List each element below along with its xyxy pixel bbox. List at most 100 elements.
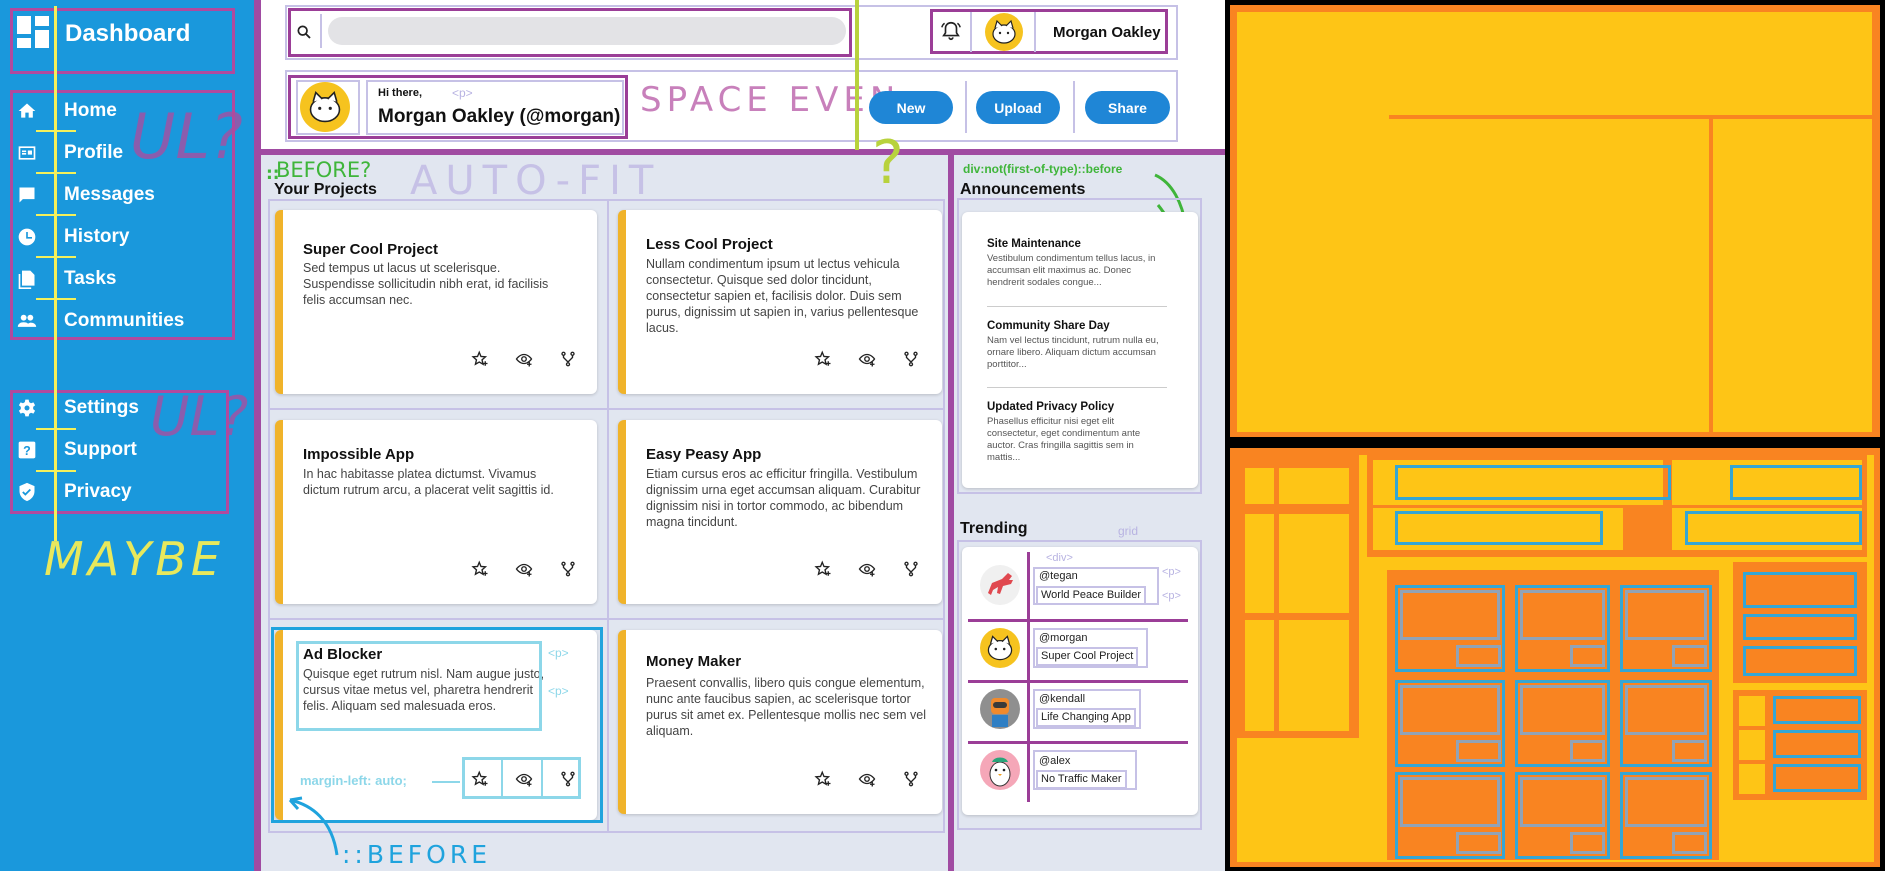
sketch-annotation-p: <p>: [1162, 566, 1181, 578]
sidebar-item-label: Home: [64, 100, 117, 121]
announcement-text: Vestibulum condimentum tellus lacus, in …: [987, 253, 1156, 288]
block-cell: [1279, 620, 1349, 731]
cat-avatar[interactable]: [980, 628, 1020, 668]
block-outline: [1773, 764, 1861, 792]
sidebar-item-communities[interactable]: Communities: [14, 301, 184, 341]
block-cell: [1739, 696, 1765, 726]
trending-handle[interactable]: @morgan: [1036, 631, 1091, 646]
announcement-item[interactable]: Community Share Day Nam vel lectus tinci…: [987, 320, 1167, 371]
block-outline: [1672, 832, 1707, 854]
star-add-icon[interactable]: [808, 764, 838, 794]
announcement-item[interactable]: Updated Privacy Policy Phasellus efficit…: [987, 401, 1167, 464]
sidebar-item-privacy[interactable]: Privacy: [14, 472, 132, 512]
sketch-tick: [36, 214, 76, 216]
trending-project[interactable]: Super Cool Project: [1036, 647, 1139, 666]
sidebar-item-profile[interactable]: Profile: [14, 133, 123, 173]
hero-display-name: Morgan Oakley (@morgan): [378, 106, 621, 127]
project-description: Sed tempus ut lacus ut scelerisque. Susp…: [303, 261, 549, 307]
block-cell: [1739, 764, 1765, 794]
watch-add-icon[interactable]: [852, 764, 882, 794]
sidebar-item-label: Privacy: [64, 481, 132, 502]
grid-line: [968, 680, 1188, 683]
block-outline: [1395, 511, 1603, 545]
block-cell: [1245, 514, 1274, 613]
dog-avatar[interactable]: [980, 565, 1020, 605]
block-outline: [1773, 730, 1861, 758]
project-description: Etiam cursus eros ac efficitur fringilla…: [646, 467, 921, 529]
search-input[interactable]: [328, 17, 846, 45]
trending-heading: Trending: [960, 520, 1028, 537]
sidebar-item-tasks[interactable]: Tasks: [14, 259, 116, 299]
robot-avatar[interactable]: [980, 689, 1020, 729]
fork-icon[interactable]: [896, 344, 926, 374]
avatar[interactable]: [985, 13, 1023, 51]
watch-add-icon[interactable]: [852, 554, 882, 584]
project-card[interactable]: Money Maker Praesent convallis, libero q…: [618, 630, 942, 814]
star-add-icon[interactable]: [808, 344, 838, 374]
watch-add-icon[interactable]: [852, 344, 882, 374]
new-button[interactable]: New: [869, 91, 953, 124]
sketch-tick: [36, 172, 76, 174]
trending-project[interactable]: World Peace Builder: [1036, 586, 1147, 605]
penguin-avatar[interactable]: [980, 750, 1020, 790]
sidebar-title[interactable]: Dashboard: [65, 20, 190, 48]
id-card-icon: [14, 140, 40, 166]
project-card[interactable]: Less Cool Project Nullam condimentum ips…: [618, 210, 942, 394]
gear-icon: [14, 395, 40, 421]
people-icon: [14, 308, 40, 334]
trending-handle[interactable]: @alex: [1036, 754, 1074, 769]
sidebar-item-settings[interactable]: Settings: [14, 388, 139, 428]
fork-icon[interactable]: [896, 764, 926, 794]
announcement-title: Site Maintenance: [987, 238, 1081, 250]
sketch-annotation-p: <p>: [1162, 590, 1181, 602]
project-card[interactable]: Impossible App In hac habitasse platea d…: [275, 420, 597, 604]
block-outline: [1730, 465, 1862, 500]
star-add-icon[interactable]: [465, 344, 495, 374]
layout-divider: [254, 0, 261, 871]
sidebar-item-support[interactable]: ? Support: [14, 430, 137, 470]
block-outline: [1456, 645, 1501, 667]
trending-handle[interactable]: @tegan: [1036, 569, 1081, 584]
announcements-panel: Site Maintenance Vestibulum condimentum …: [962, 212, 1198, 488]
watch-add-icon[interactable]: [509, 344, 539, 374]
trending-project[interactable]: No Traffic Maker: [1036, 770, 1127, 789]
trending-project[interactable]: Life Changing App: [1036, 708, 1136, 727]
hero-avatar[interactable]: [300, 82, 350, 132]
search-divider: [320, 14, 322, 48]
fork-icon[interactable]: [553, 344, 583, 374]
search-icon[interactable]: [296, 24, 312, 40]
sketch-tick: [36, 130, 76, 132]
project-card[interactable]: Super Cool Project Sed tempus ut lacus u…: [275, 210, 597, 394]
share-button[interactable]: Share: [1085, 91, 1170, 124]
upload-button[interactable]: Upload: [976, 91, 1060, 124]
watch-add-icon[interactable]: [509, 554, 539, 584]
star-add-icon[interactable]: [808, 554, 838, 584]
project-card[interactable]: Easy Peasy App Etiam cursus eros ac effi…: [618, 420, 942, 604]
sketch-tick: [36, 470, 76, 472]
trending-handle[interactable]: @kendall: [1036, 692, 1089, 707]
grid-line: [268, 408, 945, 410]
sidebar-item-history[interactable]: History: [14, 217, 129, 257]
actions-divider: [541, 760, 543, 796]
project-description: In hac habitasse platea dictumst. Vivamu…: [303, 467, 554, 497]
layout-block-diagrams: [1225, 0, 1885, 871]
sidebar-item-messages[interactable]: Messages: [14, 175, 155, 215]
block-outline: [1520, 590, 1605, 640]
layout-divider: [948, 149, 954, 871]
chip-divider: [1034, 12, 1036, 52]
bell-icon[interactable]: [940, 20, 962, 42]
star-add-icon[interactable]: [465, 554, 495, 584]
block-cell: [1388, 12, 1872, 115]
project-title: Money Maker: [646, 653, 742, 670]
sketch-annotation-ul: UL?: [130, 100, 243, 173]
fork-icon[interactable]: [553, 554, 583, 584]
block-cell: [1739, 730, 1765, 760]
header-user-name[interactable]: Morgan Oakley: [1053, 24, 1161, 41]
block-outline: [1395, 465, 1671, 500]
fork-icon[interactable]: [896, 554, 926, 584]
block-outline: [1743, 572, 1857, 608]
sidebar-item-home[interactable]: Home: [14, 91, 117, 131]
project-title: Super Cool Project: [303, 241, 439, 258]
announcement-item[interactable]: Site Maintenance Vestibulum condimentum …: [987, 238, 1167, 289]
block-outline: [1625, 590, 1707, 640]
